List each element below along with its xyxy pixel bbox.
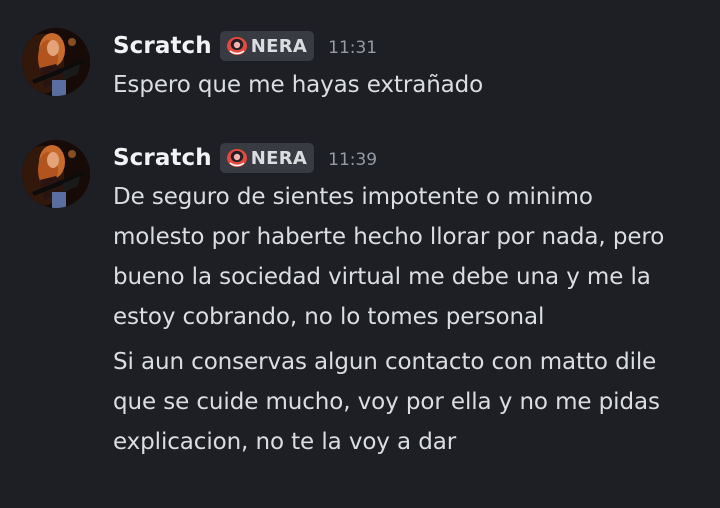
message-content: De seguro de sientes impotente o minimo … [113, 177, 713, 337]
message-line: que se cuide mucho, voy por ella y no me… [113, 389, 660, 415]
avatar-guitarist-image [22, 28, 90, 96]
avatar[interactable] [22, 28, 90, 96]
clan-tag[interactable]: NERA [219, 143, 315, 173]
clan-tag-label: NERA [250, 35, 308, 57]
avatar[interactable] [22, 140, 90, 208]
message-line: Si aun conservas algun contacto con matt… [113, 349, 657, 375]
message-line: explicacion, no te la voy a dar [113, 429, 457, 455]
clan-badge-icon [226, 37, 247, 55]
clan-tag-label: NERA [250, 147, 308, 169]
message-header: Scratch NERA 11:39 [113, 142, 377, 174]
message-group: Scratch NERA 11:31 Espero que me hayas e… [0, 0, 720, 120]
message-group: Scratch NERA 11:39 De seguro de sientes … [0, 112, 720, 508]
message-line: estoy cobrando, no lo tomes personal [113, 304, 545, 330]
username[interactable]: Scratch [113, 33, 212, 59]
message-line: De seguro de sientes impotente o minimo [113, 184, 593, 210]
message-content: Espero que me hayas extrañado [113, 65, 713, 105]
username[interactable]: Scratch [113, 145, 212, 171]
timestamp[interactable]: 11:39 [328, 150, 377, 170]
message-line: molesto por haberte hecho llorar por nad… [113, 224, 665, 250]
clan-tag[interactable]: NERA [219, 31, 315, 61]
message-content: Si aun conservas algun contacto con matt… [113, 342, 713, 462]
message-header: Scratch NERA 11:31 [113, 30, 377, 62]
message-line: bueno la sociedad virtual me debe una y … [113, 264, 651, 290]
message-line: Espero que me hayas extrañado [113, 72, 484, 98]
timestamp[interactable]: 11:31 [328, 38, 377, 58]
chat-message-list: Scratch NERA 11:31 Espero que me hayas e… [0, 0, 720, 508]
clan-badge-icon [226, 149, 247, 167]
avatar-guitarist-image [22, 140, 90, 208]
